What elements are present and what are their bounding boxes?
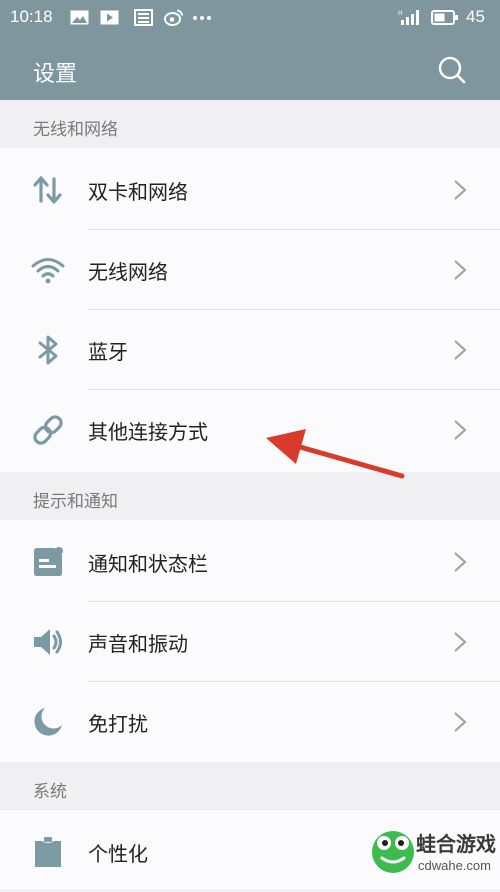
settings-item-sound-vibration[interactable]: 声音和振动 [0, 602, 500, 682]
svg-text:H: H [398, 10, 403, 17]
watermark-title: 蛙合游戏 [416, 832, 496, 856]
settings-item-label: 声音和振动 [88, 632, 188, 656]
moon-icon [34, 708, 62, 736]
frog-logo-icon [372, 831, 414, 873]
image-icon [70, 10, 89, 25]
settings-group-wireless: 双卡和网络 无线网络 蓝牙 其他连接方式 [0, 148, 500, 472]
settings-item-label: 通知和状态栏 [88, 552, 208, 576]
signal-icon: H [398, 10, 419, 25]
wifi-icon [31, 258, 65, 284]
settings-item-label: 蓝牙 [88, 340, 128, 364]
section-header-label: 提示和通知 [33, 492, 118, 512]
more-dots-icon [193, 16, 211, 20]
settings-item-notification-status-bar[interactable]: 通知和状态栏 [0, 522, 500, 602]
dual-sim-arrows-icon [33, 176, 62, 204]
settings-item-wifi[interactable]: 无线网络 [0, 230, 500, 310]
weibo-icon [164, 9, 183, 26]
watermark: 蛙合游戏 cdwahe.com [370, 824, 500, 889]
settings-item-dual-sim[interactable]: 双卡和网络 [0, 150, 500, 230]
chevron-right-icon [454, 260, 467, 280]
speaker-icon [34, 629, 62, 655]
settings-item-label: 免打扰 [88, 712, 148, 736]
settings-item-label: 双卡和网络 [88, 180, 188, 204]
bluetooth-icon [38, 335, 58, 365]
battery-icon [431, 10, 458, 25]
section-header-system: 系统 [0, 762, 500, 810]
news-icon [134, 9, 153, 26]
notification-icon [34, 547, 63, 576]
section-header-label: 无线和网络 [33, 120, 118, 140]
chevron-right-icon [454, 420, 467, 440]
settings-item-label: 无线网络 [88, 260, 168, 284]
video-icon [100, 10, 119, 25]
chevron-right-icon [454, 632, 467, 652]
settings-item-bluetooth[interactable]: 蓝牙 [0, 310, 500, 390]
chevron-right-icon [454, 180, 467, 200]
section-header-label: 系统 [33, 782, 67, 802]
section-header-wireless: 无线和网络 [0, 100, 500, 148]
status-time: 10:18 [10, 7, 53, 26]
app-bar: 设置 [0, 36, 500, 100]
settings-item-do-not-disturb[interactable]: 免打扰 [0, 682, 500, 762]
link-icon [33, 415, 63, 445]
settings-item-other-connections[interactable]: 其他连接方式 [0, 390, 500, 470]
settings-item-label: 个性化 [88, 842, 148, 866]
watermark-url: cdwahe.com [418, 858, 491, 873]
search-icon[interactable] [436, 54, 468, 86]
status-bar: 10:18 H 45 [0, 0, 500, 36]
chevron-right-icon [454, 712, 467, 732]
battery-level: 45 [466, 7, 485, 26]
page-title: 设置 [33, 62, 78, 87]
settings-item-label: 其他连接方式 [88, 420, 208, 444]
section-header-notifications: 提示和通知 [0, 472, 500, 520]
settings-group-notifications: 通知和状态栏 声音和振动 免打扰 [0, 520, 500, 762]
chevron-right-icon [454, 340, 467, 360]
personalize-icon [35, 837, 61, 867]
chevron-right-icon [454, 552, 467, 572]
